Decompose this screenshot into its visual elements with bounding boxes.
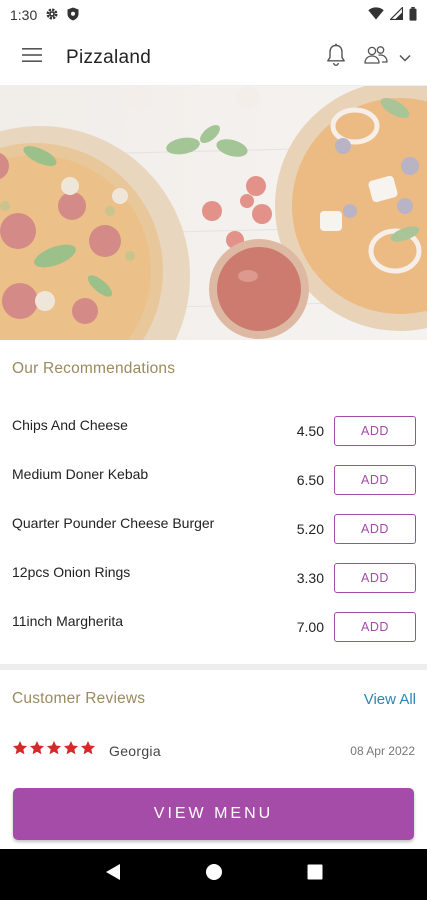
menu-button[interactable] [18,44,46,72]
app-actions [325,43,411,72]
add-button[interactable]: ADD [334,415,416,446]
item-price: 4.50 [296,422,324,439]
star-icon [46,740,62,761]
item-name: Medium Doner Kebab [12,465,149,482]
add-button[interactable]: ADD [334,611,416,642]
star-rating [12,740,96,761]
recommendations-heading: Our Recommendations [12,360,176,377]
status-bar: 1:30 [0,0,427,30]
status-time: 1:30 [10,7,38,23]
hero-banner-image [0,86,427,340]
list-item: 12pcs Onion Rings 3.30 ADD [0,553,427,602]
pizza-illustration [0,86,427,340]
account-menu-button[interactable] [363,44,411,71]
wifi-icon [368,7,384,23]
view-menu-button[interactable]: VIEW MENU [13,788,414,840]
section-divider [0,664,427,670]
bell-icon [325,43,347,72]
recommendations-list: Chips And Cheese 4.50 ADD Medium Doner K… [0,406,427,651]
chevron-down-icon [399,49,411,67]
system-nav-bar [0,849,427,900]
item-price: 6.50 [296,471,324,488]
item-name: Chips And Cheese [12,416,128,433]
item-price: 5.20 [296,520,324,537]
app-bar: Pizzaland [0,30,427,86]
menu-icon [21,46,43,69]
reviews-header: Customer Reviews View All [0,690,427,708]
nav-recents-button[interactable] [295,855,335,895]
nav-home-button[interactable] [194,855,234,895]
notifications-button[interactable] [325,43,347,72]
signal-icon [389,6,404,23]
item-name: Quarter Pounder Cheese Burger [12,514,215,531]
add-button[interactable]: ADD [334,513,416,544]
battery-icon [409,6,417,24]
item-price: 7.00 [296,618,324,635]
shield-icon [67,7,79,24]
home-icon [205,863,223,886]
star-icon [12,740,28,761]
review-item: Georgia 08 Apr 2022 [12,740,415,761]
reviews-heading: Customer Reviews [12,690,146,707]
app-title: Pizzaland [66,46,152,68]
nav-back-button[interactable] [93,855,133,895]
list-item: Quarter Pounder Cheese Burger 5.20 ADD [0,504,427,553]
people-icon [363,44,389,71]
status-left: 1:30 [10,7,79,24]
view-all-link[interactable]: View All [364,691,416,708]
item-price: 3.30 [296,569,324,586]
add-button[interactable]: ADD [334,464,416,495]
review-date: 08 Apr 2022 [350,743,415,758]
star-icon [63,740,79,761]
reviewer-name: Georgia [109,742,161,759]
list-item: Chips And Cheese 4.50 ADD [0,406,427,455]
recents-icon [307,864,323,885]
gear-icon [45,7,59,24]
star-icon [29,740,45,761]
item-name: 11inch Margherita [12,612,124,629]
star-icon [80,740,96,761]
status-right [368,6,417,24]
add-button[interactable]: ADD [334,562,416,593]
list-item: Medium Doner Kebab 6.50 ADD [0,455,427,504]
back-icon [105,863,121,886]
item-name: 12pcs Onion Rings [12,563,131,580]
list-item: 11inch Margherita 7.00 ADD [0,602,427,651]
